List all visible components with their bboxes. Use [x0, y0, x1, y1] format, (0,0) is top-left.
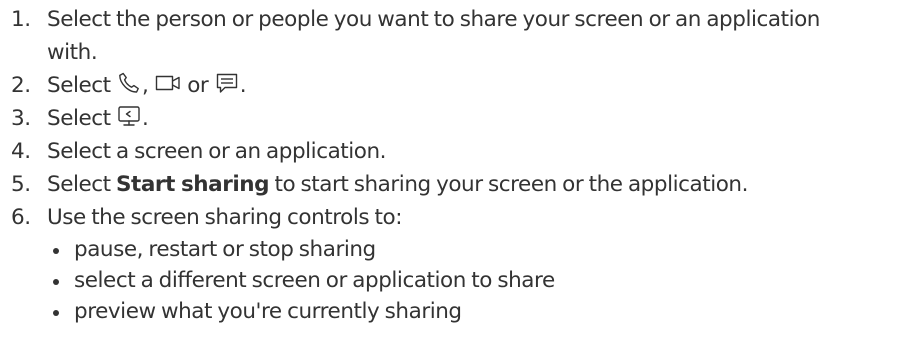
step-4: 4. Select a screen or an application.: [0, 135, 919, 168]
phone-icon: [117, 71, 141, 95]
step-3: 3. Select .: [0, 102, 919, 135]
step-1: 1. Select the person or people you want …: [0, 3, 919, 69]
instruction-list: 1. Select the person or people you want …: [0, 0, 919, 327]
step-number: 4.: [11, 139, 31, 164]
list-item: pause, restart or stop sharing: [47, 234, 919, 265]
video-camera-icon: [155, 71, 181, 95]
chat-icon: [215, 71, 239, 95]
sub-list: pause, restart or stop sharing select a …: [47, 234, 919, 327]
list-item-text: select a different screen or application…: [74, 268, 555, 293]
step-text-continued: to start sharing your screen or the appl…: [269, 172, 748, 197]
bullet-icon: [53, 310, 59, 316]
step-text: Select the person or people you want to …: [47, 7, 820, 32]
step-number: 2.: [11, 73, 31, 98]
step-text: Select a screen or an application.: [47, 139, 387, 164]
list-item: preview what you're currently sharing: [47, 296, 919, 327]
bullet-icon: [53, 248, 59, 254]
step-suffix: .: [239, 73, 247, 98]
step-number: 6.: [11, 205, 31, 230]
step-text: Select: [47, 106, 111, 131]
share-screen-icon: [117, 104, 141, 128]
step-text: Use the screen sharing controls to:: [47, 205, 402, 230]
step-number: 3.: [11, 106, 31, 131]
step-5: 5. Select Start sharing to start sharing…: [0, 168, 919, 201]
step-separator: or: [187, 73, 209, 98]
start-sharing-label: Start sharing: [116, 172, 270, 197]
step-number: 5.: [11, 172, 31, 197]
step-6: 6. Use the screen sharing controls to: p…: [0, 201, 919, 327]
step-separator: ,: [142, 73, 149, 98]
step-number: 1.: [11, 7, 31, 32]
list-item-text: preview what you're currently sharing: [74, 299, 462, 324]
step-text: Select: [47, 172, 117, 197]
list-item: select a different screen or application…: [47, 265, 919, 296]
step-suffix: .: [142, 106, 149, 131]
step-text-continued: with.: [47, 40, 98, 65]
step-text: Select: [47, 73, 111, 98]
bullet-icon: [53, 279, 59, 285]
step-2: 2. Select , or .: [0, 69, 919, 102]
list-item-text: pause, restart or stop sharing: [74, 237, 376, 262]
